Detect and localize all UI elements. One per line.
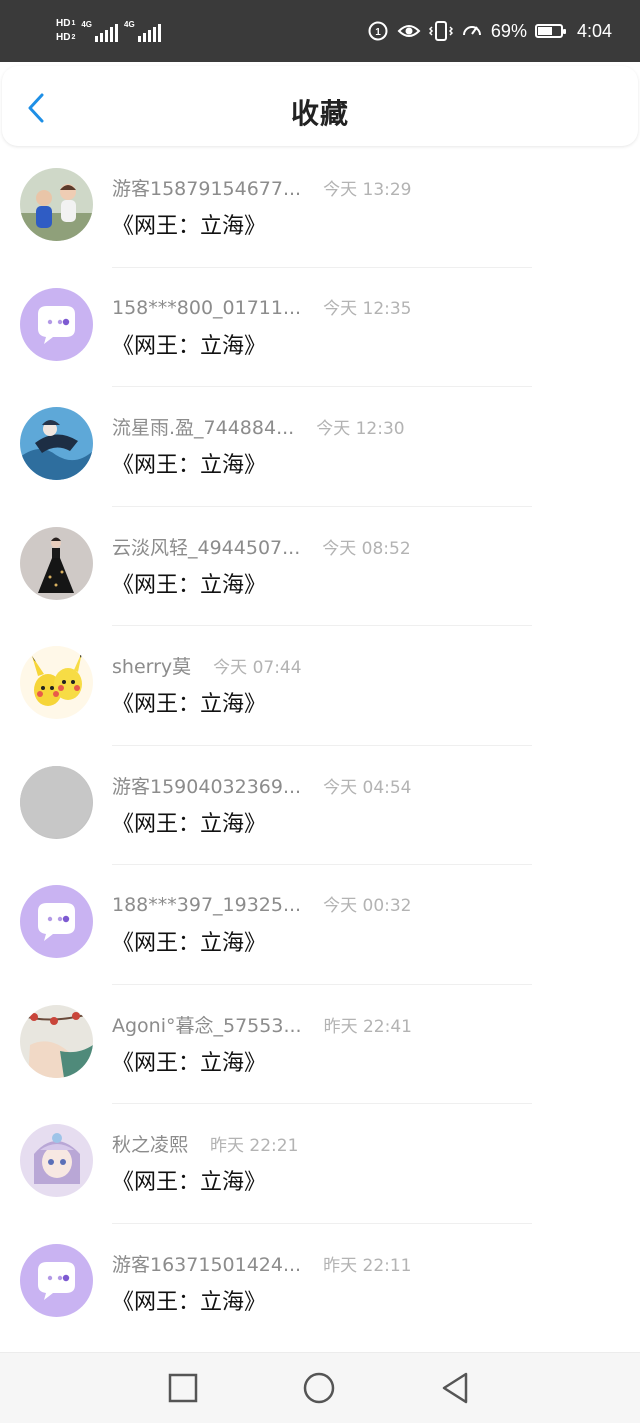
avatar[interactable] [20,1004,93,1078]
book-title: 《网王：立海》 [112,214,267,239]
timestamp: 昨天 22:21 [210,1136,299,1156]
timestamp: 今天 08:52 [322,538,411,559]
timestamp: 今天 12:30 [316,419,405,439]
eye-icon [397,25,421,37]
item-meta: 秋之凌熙 昨天 22:21 [112,1130,298,1157]
data-saver-icon: 1 [368,21,388,41]
avatar[interactable] [20,1243,93,1317]
book-title: 《网王：立海》 [112,333,267,359]
book-title: 《网王：立海》 [112,811,267,837]
user-name: 158***800_01711... [112,296,302,319]
status-left: HD 1 HD 2 4G 4G [56,12,161,50]
book-title: 《网王：立海》 [112,692,267,717]
favorite-list-item[interactable]: 云淡风轻_4944507... 今天 08:52 《网王：立海》 [0,507,640,626]
signal-bars-1 [95,24,119,42]
status-bar: HD 1 HD 2 4G 4G 1 69% 4:04 [0,0,640,62]
timestamp: 今天 07:44 [213,658,302,678]
book-title: 《网王：立海》 [112,572,267,598]
battery-icon [534,24,566,38]
status-right: 1 69% 4:04 [367,0,612,62]
hd-indicators: HD 1 HD 2 [56,18,75,44]
network-type-1: 4G [81,20,93,29]
clock: 4:04 [576,20,612,41]
svg-text:1: 1 [375,27,381,38]
user-name: 188***397_19325... [112,894,302,916]
user-name: 云淡风轻_4944507... [112,536,301,559]
favorite-list-item[interactable]: 流星雨.盈_744884... 今天 12:30 《网王：立海》 [0,387,640,507]
item-meta: 游客16371501424... 昨天 22:11 [112,1250,412,1277]
item-meta: 流星雨.盈_744884... 今天 12:30 [112,413,405,440]
navigation-bar [0,1352,640,1423]
avatar[interactable] [20,885,93,958]
item-meta: 158***800_01711... 今天 12:35 [112,294,412,319]
circle-icon[interactable] [302,1371,336,1405]
timestamp: 今天 00:32 [323,896,412,916]
avatar[interactable] [20,168,93,241]
favorite-list-item[interactable]: Agoni°暮念_57553... 昨天 22:41 《网王：立海》 [0,985,640,1104]
book-title: 《网王：立海》 [112,1170,267,1195]
user-name: 游客15904032369... [112,775,302,798]
favorite-list-item[interactable]: 游客15904032369... 今天 04:54 《网王：立海》 [0,746,640,865]
favorite-list-item[interactable]: 188***397_19325... 今天 00:32 《网王：立海》 [0,865,640,985]
user-name: sherry莫 [112,656,192,678]
user-name: Agoni°暮念_57553... [112,1014,302,1037]
book-title: 《网王：立海》 [112,1289,267,1315]
avatar[interactable] [20,646,93,719]
timestamp: 昨天 22:41 [323,1016,412,1037]
item-meta: 188***397_19325... 今天 00:32 [112,891,412,916]
hd1-sub-label: 1 [71,20,76,27]
vibrate-icon [428,21,453,41]
hd1-indicator: HD 1 [56,18,75,30]
book-title: 《网王：立海》 [112,453,267,478]
favorite-list-item[interactable]: 游客16371501424... 昨天 22:11 《网王：立海》 [0,1224,640,1344]
item-meta: 游客15904032369... 今天 04:54 [112,772,412,799]
item-meta: sherry莫 今天 07:44 [112,652,302,679]
signal-icon-2: 4G [124,20,161,42]
item-meta: 云淡风轻_4944507... 今天 08:52 [112,533,411,560]
hd2-sub-label: 2 [71,34,76,41]
user-name: 秋之凌熙 [112,1134,189,1156]
favorites-list: 游客15879154677... 今天 13:29 《网王：立海》 158***800… [0,148,640,1343]
timestamp: 今天 04:54 [323,777,412,798]
avatar[interactable] [20,1124,93,1197]
square-icon[interactable] [166,1371,200,1405]
user-name: 游客15879154677... [112,178,302,200]
item-meta: Agoni°暮念_57553... 昨天 22:41 [112,1011,412,1038]
signal-bars-2 [137,24,161,42]
network-type-2: 4G [124,20,135,29]
user-name: 游客16371501424... [112,1253,302,1276]
favorite-list-item[interactable]: 秋之凌熙 昨天 22:21 《网王：立海》 [0,1104,640,1224]
item-meta: 游客15879154677... 今天 13:29 [112,174,412,201]
avatar[interactable] [20,287,93,361]
favorite-list-item[interactable]: 游客15879154677... 今天 13:29 《网王：立海》 [0,148,640,268]
hd2-label: HD [56,32,71,43]
timestamp: 昨天 22:11 [323,1255,412,1276]
favorite-list-item[interactable]: 158***800_01711... 今天 12:35 《网王：立海》 [0,268,640,387]
app-header: 收藏 [2,66,638,146]
avatar[interactable] [20,765,93,839]
avatar[interactable] [20,407,93,480]
book-title: 《网王：立海》 [112,931,267,956]
favorite-list-item[interactable]: sherry莫 今天 07:44 《网王：立海》 [0,626,640,746]
hd1-label: HD [56,18,71,29]
book-title: 《网王：立海》 [112,1050,267,1076]
page-title: 收藏 [290,97,349,130]
timestamp: 今天 12:35 [323,298,412,319]
speed-icon [462,26,481,36]
hd2-indicator: HD 2 [56,32,75,44]
user-name: 流星雨.盈_744884... [112,417,295,439]
signal-icon: 4G [81,20,119,42]
battery-percent: 69% [490,20,527,41]
timestamp: 今天 13:29 [323,180,412,200]
avatar[interactable] [20,526,93,600]
triangle-back-icon[interactable] [438,1371,472,1405]
